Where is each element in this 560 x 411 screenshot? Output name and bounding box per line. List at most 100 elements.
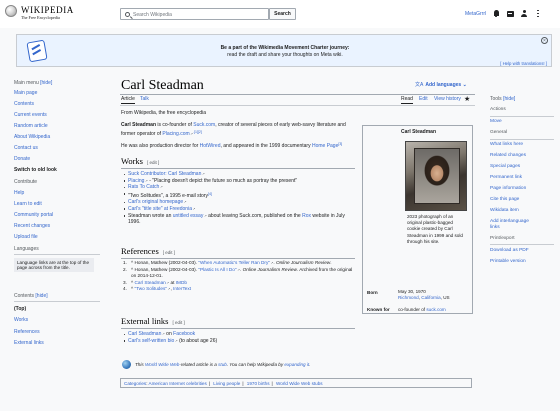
edit-section-link[interactable]: [ edit ] xyxy=(172,320,184,325)
tool-wikidata-item[interactable]: Wikidata item xyxy=(490,208,554,213)
notices-tray-icon[interactable] xyxy=(506,9,514,18)
citation-link[interactable]: [3] xyxy=(338,142,342,146)
sidebar-item-community-portal[interactable]: Community portal xyxy=(14,212,100,219)
imdb-link[interactable]: IMDb xyxy=(176,280,187,285)
citation-link[interactable]: [4] xyxy=(208,192,212,196)
cookie-photo[interactable] xyxy=(405,141,467,211)
sidebar-item-contact[interactable]: Contact us xyxy=(14,145,100,152)
user-page-link[interactable]: MetaGrrrl xyxy=(465,11,486,17)
sidebar-item-current-events[interactable]: Current events xyxy=(14,112,100,119)
hide-tools-link[interactable]: [hide] xyxy=(503,96,515,102)
original-homepage-link[interactable]: Carl's original homepage xyxy=(128,199,187,205)
self-written-bio-link[interactable]: Carl's self-written bio xyxy=(128,338,178,344)
sidebar-item-help[interactable]: Help xyxy=(14,190,100,197)
tool-add-interlanguage-links[interactable]: Add interlanguage links xyxy=(490,219,530,230)
table-of-contents: Contents [hide] (Top) Works References E… xyxy=(14,293,100,352)
list-item: Carl's "title site" at Freedonia xyxy=(123,206,354,213)
category-link[interactable]: American Internet celebrities xyxy=(149,381,207,386)
hide-contents-link[interactable]: [hide] xyxy=(35,293,47,299)
tool-cite-this-page[interactable]: Cite this page xyxy=(490,197,554,202)
citation-links[interactable]: .[1][2] xyxy=(193,130,202,134)
www-link[interactable]: World Wide Web xyxy=(145,362,179,367)
toc-item-references[interactable]: References xyxy=(14,329,100,335)
hide-main-menu-link[interactable]: [hide] xyxy=(40,80,52,86)
banner-help-link[interactable]: [ Help with translations! ] xyxy=(500,61,547,66)
sidebar-item-recent-changes[interactable]: Recent changes xyxy=(14,223,100,230)
toc-item-external-links[interactable]: External links xyxy=(14,340,100,346)
expand-link[interactable]: expanding it xyxy=(284,362,309,367)
category-link[interactable]: Living people xyxy=(213,381,240,386)
richmond-link[interactable]: Richmond xyxy=(398,295,419,300)
birth-place: Richmond, California, US xyxy=(398,295,450,301)
divider xyxy=(490,244,554,245)
sidebar-item-main-page[interactable]: Main page xyxy=(14,90,100,97)
placing-com-link[interactable]: Placing.com xyxy=(162,131,193,137)
sidebar-item-donate[interactable]: Donate xyxy=(14,156,100,163)
ref-link[interactable]: Carl Steadman xyxy=(135,280,170,285)
edit-section-link[interactable]: [ edit ] xyxy=(163,250,175,255)
sidebar-item-contents[interactable]: Contents xyxy=(14,101,100,108)
sidebar-item-learn-to-edit[interactable]: Learn to edit xyxy=(14,201,100,208)
tab-read[interactable]: Read xyxy=(401,96,413,104)
tool-related-changes[interactable]: Related changes xyxy=(490,153,554,158)
tool-permanent-link[interactable]: Permanent link xyxy=(490,175,554,180)
ref-link[interactable]: "Two Solitudes" xyxy=(135,286,171,291)
tool-move[interactable]: Move xyxy=(490,119,554,124)
banner-headline[interactable]: Be a part of the Wikimedia Movement Char… xyxy=(17,45,553,51)
translate-icon: 文A xyxy=(415,82,424,88)
tab-article[interactable]: Article xyxy=(121,96,135,104)
facebook-profile-link[interactable]: Carl Steadman xyxy=(128,331,165,337)
more-options-icon[interactable] xyxy=(535,9,541,18)
switch-to-old-look-link[interactable]: Switch to old look xyxy=(14,167,100,174)
main-menu-title: Main menu xyxy=(14,80,39,86)
watch-star-icon[interactable]: ★ xyxy=(464,95,470,103)
ref-link[interactable]: "Plastic Is All I Do" xyxy=(198,267,240,272)
category-link[interactable]: 1970 births xyxy=(247,381,270,386)
banner-subline[interactable]: read the draft and share your thoughts o… xyxy=(17,52,553,58)
sidebar-item-upload-file[interactable]: Upload file xyxy=(14,234,100,241)
facebook-link[interactable]: Facebook xyxy=(173,331,195,337)
search-button[interactable]: Search xyxy=(269,8,296,20)
publication: Online Journalism Review xyxy=(242,266,297,272)
close-icon[interactable]: × xyxy=(541,37,548,44)
categories-label[interactable]: Categories xyxy=(124,381,146,386)
california-link[interactable]: California xyxy=(421,295,440,300)
tools-heading: Tools [hide] xyxy=(490,96,554,102)
tab-talk[interactable]: Talk xyxy=(140,96,149,102)
home-page-link[interactable]: Home Page xyxy=(312,143,338,149)
placing-link[interactable]: Placing xyxy=(128,178,148,184)
suck-contributor-link[interactable]: Suck Contributor: Carl Steadman xyxy=(128,171,205,177)
rox-link[interactable]: Rox xyxy=(302,213,311,219)
reference-item: 2. ^ Honan, Mathew (2002-04-03). "Plastic… xyxy=(123,266,354,280)
edit-section-link[interactable]: [ edit ] xyxy=(147,160,159,165)
user-menu-icon[interactable] xyxy=(520,9,528,18)
tool-printable-version[interactable]: Printable version xyxy=(490,259,554,264)
suck-com-link[interactable]: Suck.com xyxy=(193,122,215,128)
add-languages-button[interactable]: 文A Add languages ⌄ xyxy=(415,81,467,88)
wikipedia-globe-logo[interactable] xyxy=(5,5,17,17)
tab-view-history[interactable]: View history xyxy=(434,96,461,102)
tool-what-links-here[interactable]: What links here xyxy=(490,142,554,147)
sidebar-item-about[interactable]: About Wikipedia xyxy=(14,134,100,141)
ref-link[interactable]: "When Automatic's Teller Ran Dry" xyxy=(198,260,273,265)
hotwired-link[interactable]: HotWired xyxy=(200,143,221,149)
wikipedia-wordmark[interactable]: WIKIPEDIA xyxy=(21,5,74,15)
text: , US xyxy=(440,295,450,301)
title-site-link[interactable]: Carl's "title site" at Freedonia xyxy=(128,206,195,212)
notifications-bell-icon[interactable] xyxy=(492,9,500,18)
toc-item-top[interactable]: (Top) xyxy=(14,306,100,312)
sidebar-item-random-article[interactable]: Random article xyxy=(14,123,100,130)
toc-item-works[interactable]: Works xyxy=(14,317,100,323)
tool-special-pages[interactable]: Special pages xyxy=(490,164,554,169)
section-title: Works xyxy=(121,156,143,166)
tool-page-information[interactable]: Page information xyxy=(490,186,554,191)
stub-link[interactable]: stub xyxy=(218,362,227,367)
intertext-link[interactable]: InterText xyxy=(173,286,191,291)
category-link[interactable]: World Wide Web stubs xyxy=(276,381,323,386)
tool-download-pdf[interactable]: Download as PDF xyxy=(490,248,554,253)
rats-to-catch-link[interactable]: Rats To Catch xyxy=(128,184,163,190)
untitled-essay-link[interactable]: untitled essay xyxy=(173,213,207,219)
search-input[interactable] xyxy=(133,10,263,19)
suck-link[interactable]: suck.com xyxy=(426,307,445,312)
tab-edit[interactable]: Edit xyxy=(419,96,428,102)
